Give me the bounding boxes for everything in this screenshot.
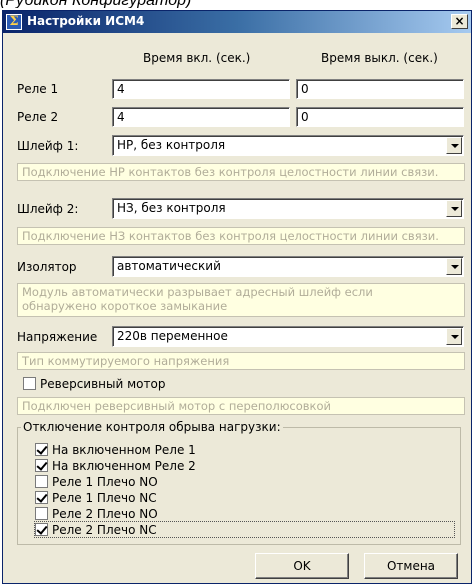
page-caption: (Рубикон Конфигуратор) xyxy=(0,0,191,8)
loop2-label: Шлейф 2: xyxy=(17,202,79,216)
loop2-hint: Подключение НЗ контактов без контроля це… xyxy=(17,227,465,245)
load-break-item-label: Реле 1 Плечо NO xyxy=(52,475,158,489)
relay1-on-time-input[interactable]: 4 xyxy=(112,79,290,99)
ok-button[interactable]: OK xyxy=(255,553,349,579)
sigma-app-icon: Σ xyxy=(6,14,22,30)
checkbox-icon[interactable] xyxy=(35,443,48,456)
load-break-item[interactable]: На включенном Реле 1 xyxy=(35,443,196,458)
relay2-on-time-input[interactable]: 4 xyxy=(112,107,290,127)
checkbox-icon[interactable] xyxy=(35,459,48,472)
loop1-value: НР, без контроля xyxy=(117,138,226,152)
relay2-off-time-input[interactable]: 0 xyxy=(296,107,464,127)
load-break-item-label: Реле 2 Плечо NO xyxy=(52,507,158,521)
load-break-group-title: Отключение контроля обрыва нагрузки: xyxy=(21,420,283,434)
off-time-header: Время выкл. (сек.) xyxy=(321,51,438,65)
reverse-motor-hint: Подключен реверсивный мотор с переполюсо… xyxy=(17,397,465,415)
reverse-motor-label: Реверсивный мотор xyxy=(40,377,166,391)
loop1-label: Шлейф 1: xyxy=(17,139,79,153)
loop1-select[interactable]: НР, без контроля xyxy=(112,135,464,156)
load-break-item-label: На включенном Реле 2 xyxy=(52,459,196,473)
voltage-hint: Тип коммутируемого напряжения xyxy=(17,352,465,370)
checkbox-icon[interactable] xyxy=(23,377,36,390)
checkbox-icon[interactable] xyxy=(35,475,48,488)
isolator-hint-line2: обнаружено короткое замыкание xyxy=(22,299,228,313)
reverse-motor-checkbox[interactable]: Реверсивный мотор xyxy=(23,377,165,392)
isolator-select[interactable]: автоматический xyxy=(112,256,464,277)
loop2-value: НЗ, без контроля xyxy=(117,201,226,215)
chevron-down-icon[interactable] xyxy=(446,258,462,275)
relay1-off-time-input[interactable]: 0 xyxy=(296,79,464,99)
chevron-down-icon[interactable] xyxy=(446,200,462,217)
loop1-hint: Подключение НР контактов без контроля це… xyxy=(17,163,465,181)
loop2-select[interactable]: НЗ, без контроля xyxy=(112,198,464,219)
on-time-header: Время вкл. (сек.) xyxy=(143,51,251,65)
load-break-item[interactable]: Реле 2 Плечо NO xyxy=(35,507,158,522)
load-break-item-label: Реле 1 Плечо NC xyxy=(52,491,157,505)
voltage-label: Напряжение xyxy=(17,330,98,344)
checkbox-icon[interactable] xyxy=(35,523,48,536)
voltage-select[interactable]: 220в переменное xyxy=(112,326,464,347)
isolator-hint: Модуль автоматически разрывает адресный … xyxy=(17,283,465,317)
load-break-item-label: На включенном Реле 1 xyxy=(52,443,196,457)
title-bar[interactable]: Σ Настройки ИСМ4 × xyxy=(3,11,471,33)
relay2-label: Реле 2 xyxy=(17,110,59,124)
checkbox-icon[interactable] xyxy=(35,491,48,504)
load-break-item[interactable]: Реле 2 Плечо NC xyxy=(35,523,157,538)
load-break-item[interactable]: На включенном Реле 2 xyxy=(35,459,196,474)
load-break-item-label: Реле 2 Плечо NC xyxy=(52,523,157,537)
chevron-down-icon[interactable] xyxy=(446,328,462,345)
window-title: Настройки ИСМ4 xyxy=(27,14,145,28)
isolator-value: автоматический xyxy=(117,259,221,273)
load-break-item[interactable]: Реле 1 Плечо NO xyxy=(35,475,158,490)
isolator-label: Изолятор xyxy=(17,260,77,274)
settings-dialog: Σ Настройки ИСМ4 × Время вкл. (сек.) Вре… xyxy=(2,10,472,584)
close-icon: × xyxy=(454,14,465,28)
checkbox-icon[interactable] xyxy=(35,507,48,520)
isolator-hint-line1: Модуль автоматически разрывает адресный … xyxy=(22,285,373,299)
load-break-item[interactable]: Реле 1 Плечо NC xyxy=(35,491,157,506)
relay1-label: Реле 1 xyxy=(17,82,59,96)
cancel-button[interactable]: Отмена xyxy=(364,553,458,579)
voltage-value: 220в переменное xyxy=(117,329,228,343)
close-button[interactable]: × xyxy=(451,14,468,29)
chevron-down-icon[interactable] xyxy=(446,137,462,154)
